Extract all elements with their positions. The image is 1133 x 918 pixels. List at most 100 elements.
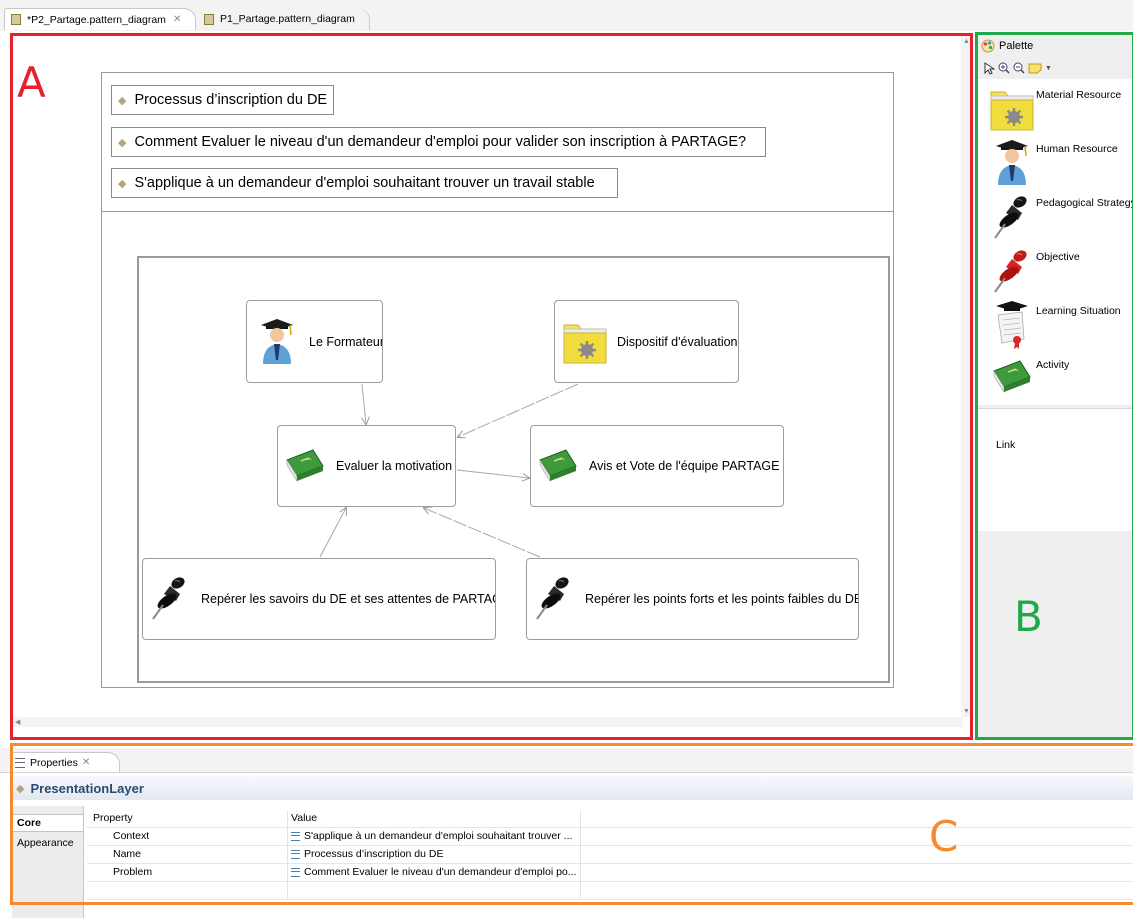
node-reperer-points[interactable]: Repérer les points forts et les points f… xyxy=(526,558,859,640)
side-tab-appearance[interactable]: Appearance xyxy=(12,834,83,852)
canvas-vertical-scrollbar[interactable]: ▲ ▼ xyxy=(961,36,971,717)
material-resource-icon xyxy=(559,318,611,366)
palette-item-pedagogical-strategy[interactable]: Pedagogical Strategy xyxy=(986,193,1133,247)
attribute-diamond-icon: ◆ xyxy=(118,94,127,107)
property-value[interactable]: Comment Evaluer le niveau d'un demandeur… xyxy=(287,864,579,881)
column-header-filler xyxy=(580,810,1133,827)
pattern-problem-text: Comment Evaluer le niveau d'un demandeur… xyxy=(134,134,747,150)
table-filler-cell xyxy=(287,882,579,899)
properties-icon xyxy=(15,757,25,768)
region-c-label: C xyxy=(929,812,959,861)
node-avis-vote[interactable]: Avis et Vote de l'équipe PARTAGE xyxy=(530,425,784,507)
node-reperer-savoirs[interactable]: Repérer les savoirs du DE et ses attente… xyxy=(142,558,496,640)
properties-title: PresentationLayer xyxy=(30,780,144,796)
activity-icon xyxy=(280,444,330,488)
note-icon[interactable] xyxy=(1028,63,1042,74)
properties-table: Property Value Context S'applique à un d… xyxy=(87,810,1133,900)
palette-connections-drawer: Link xyxy=(978,408,1133,531)
palette-item-learning-situation[interactable]: Learning Situation xyxy=(986,300,1133,355)
pattern-attributes: ◆ Processus d’inscription du DE ◆ Commen… xyxy=(102,73,893,212)
node-evaluer-motivation[interactable]: Evaluer la motivation d xyxy=(277,425,456,507)
palette-panel: Palette ▼ Material Resource Human Resour… xyxy=(978,35,1133,737)
pattern-process-text: Processus d’inscription du DE xyxy=(134,92,328,108)
palette-item-label: Pedagogical Strategy xyxy=(1036,197,1133,209)
objective-icon xyxy=(990,247,1034,300)
property-value-text: S'applique à un demandeur d'emploi souha… xyxy=(304,830,573,842)
text-value-icon xyxy=(291,849,300,859)
palette-item-objective[interactable]: Objective xyxy=(986,247,1133,301)
pattern-context-attribute[interactable]: ◆ S'applique à un demandeur d'emploi sou… xyxy=(111,168,618,198)
zoom-out-icon[interactable] xyxy=(1013,62,1025,74)
pattern-problem-attribute[interactable]: ◆ Comment Evaluer le niveau d'un demande… xyxy=(111,127,766,157)
human-resource-icon xyxy=(251,317,303,366)
diagram-file-icon xyxy=(11,14,21,25)
properties-side-tabs: Core Appearance xyxy=(12,806,84,918)
scroll-left-icon[interactable]: ◀ xyxy=(15,718,20,726)
scroll-down-icon[interactable]: ▼ xyxy=(963,708,970,715)
region-b-label: B xyxy=(1014,592,1043,641)
node-le-formateur[interactable]: Le Formateur xyxy=(246,300,383,383)
node-label: Repérer les points forts et les points f… xyxy=(585,592,859,606)
palette-item-link[interactable]: Link xyxy=(996,439,1015,451)
table-row[interactable]: Name Processus d’inscription du DE xyxy=(87,846,1133,864)
scroll-up-icon[interactable]: ▲ xyxy=(963,38,970,45)
editor-tab-p1-label: P1_Partage.pattern_diagram xyxy=(220,13,355,25)
property-value[interactable]: Processus d’inscription du DE xyxy=(287,846,579,863)
chevron-down-icon[interactable]: ▼ xyxy=(1045,65,1052,72)
node-dispositif-evaluation[interactable]: Dispositif d'évaluation xyxy=(554,300,739,383)
editor-tab-p2[interactable]: *P2_Partage.pattern_diagram ✕ xyxy=(4,8,196,30)
palette-tools-list: Material Resource Human Resource Pedagog… xyxy=(978,79,1133,405)
property-name: Name xyxy=(113,848,142,860)
attribute-diamond-icon: ◆ xyxy=(118,177,127,190)
palette-item-label: Activity xyxy=(1036,359,1070,371)
palette-header: Palette xyxy=(978,35,1133,57)
property-value-text: Processus d’inscription du DE xyxy=(304,848,444,860)
table-filler-cell xyxy=(580,882,1133,899)
side-tab-core[interactable]: Core xyxy=(12,814,83,832)
node-label: Le Formateur xyxy=(309,334,383,349)
palette-item-activity[interactable]: Activity xyxy=(986,355,1133,409)
tab-properties-label: Properties xyxy=(30,756,78,769)
palette-item-human-resource[interactable]: Human Resource xyxy=(986,139,1133,193)
editor-tab-p1[interactable]: P1_Partage.pattern_diagram xyxy=(198,8,370,30)
select-arrow-icon[interactable] xyxy=(984,61,995,75)
table-row[interactable]: Problem Comment Evaluer le niveau d'un d… xyxy=(87,864,1133,882)
material-resource-icon xyxy=(989,85,1035,136)
property-name: Problem xyxy=(113,866,153,878)
column-header-value[interactable]: Value xyxy=(287,810,579,827)
tab-properties[interactable]: Properties ✕ xyxy=(10,752,120,772)
text-value-icon xyxy=(291,867,300,877)
properties-title-bar: ◆ PresentationLayer xyxy=(12,776,1133,800)
activity-icon xyxy=(990,355,1034,402)
activity-icon xyxy=(533,444,583,488)
close-icon[interactable]: ✕ xyxy=(82,757,90,768)
palette-item-material-resource[interactable]: Material Resource xyxy=(986,85,1133,139)
human-resource-icon xyxy=(990,139,1034,190)
learning-situation-icon xyxy=(990,300,1034,354)
diagram-file-icon xyxy=(204,13,214,25)
node-label: Evaluer la motivation d xyxy=(336,459,456,473)
close-icon[interactable]: ✕ xyxy=(173,14,181,25)
palette-item-label: Learning Situation xyxy=(1036,305,1121,317)
editor-tab-p2-label: *P2_Partage.pattern_diagram xyxy=(27,13,166,26)
palette-item-label: Human Resource xyxy=(1036,143,1118,155)
zoom-in-icon[interactable] xyxy=(998,62,1010,74)
table-filler-cell xyxy=(580,828,1133,845)
property-value[interactable]: S'applique à un demandeur d'emploi souha… xyxy=(287,828,579,845)
attribute-diamond-icon: ◆ xyxy=(16,782,25,795)
table-header-row: Property Value xyxy=(87,810,1133,828)
property-value-text: Comment Evaluer le niveau d'un demandeur… xyxy=(304,866,577,878)
table-filler-cell xyxy=(580,846,1133,863)
region-a-label: A xyxy=(17,58,46,107)
pedagogical-strategy-icon xyxy=(147,574,193,624)
properties-view: Properties ✕ ◆ PresentationLayer Core Ap… xyxy=(0,748,1133,918)
palette-item-label: Objective xyxy=(1036,251,1080,263)
table-row[interactable]: Context S'applique à un demandeur d'empl… xyxy=(87,828,1133,846)
pattern-process-attribute[interactable]: ◆ Processus d’inscription du DE xyxy=(111,85,334,115)
column-header-property[interactable]: Property xyxy=(93,810,283,827)
palette-icon xyxy=(981,39,995,53)
palette-item-label: Material Resource xyxy=(1036,89,1122,101)
pattern-context-text: S'applique à un demandeur d'emploi souha… xyxy=(134,175,595,191)
canvas-horizontal-scrollbar[interactable]: ◀ xyxy=(13,717,963,727)
node-label: Avis et Vote de l'équipe PARTAGE xyxy=(589,459,780,473)
